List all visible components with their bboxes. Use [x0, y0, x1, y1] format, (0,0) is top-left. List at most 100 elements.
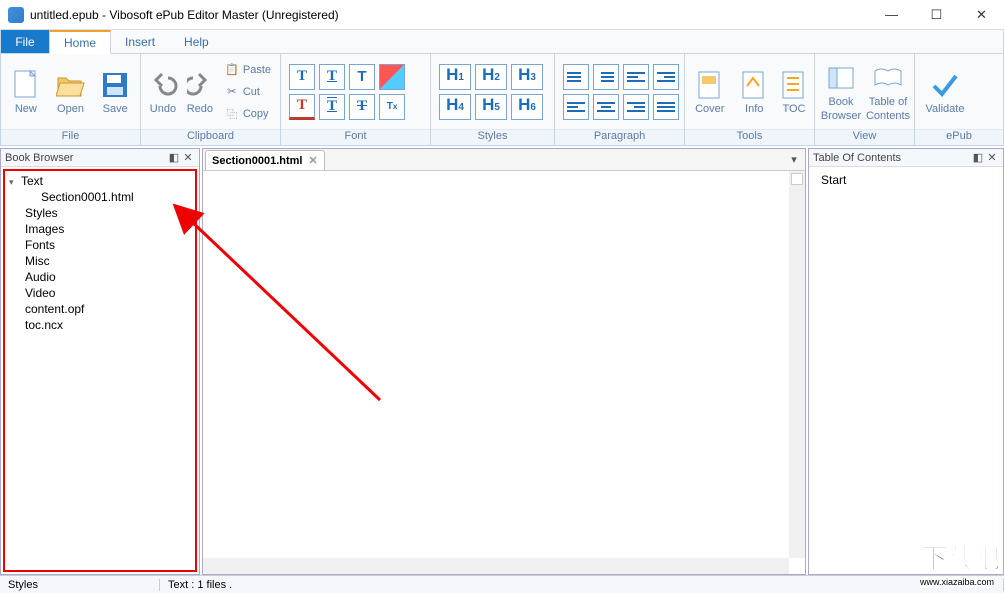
save-disk-icon [99, 69, 131, 101]
h5-button[interactable]: H5 [475, 94, 507, 120]
vertical-scrollbar[interactable] [789, 171, 805, 558]
copy-icon: ⿻ [224, 106, 240, 122]
undo-button[interactable]: Undo [145, 58, 181, 126]
app-logo-icon [8, 7, 24, 23]
window-title: untitled.epub - Vibosoft ePub Editor Mas… [30, 8, 869, 22]
status-left: Styles [0, 579, 160, 591]
font-t6-button[interactable]: T [349, 94, 375, 120]
tree-content-opf[interactable]: content.opf [9, 301, 191, 317]
clipboard-group-label: Clipboard [141, 129, 280, 145]
tree-audio-folder[interactable]: Audio [9, 269, 191, 285]
book-open-icon [872, 62, 904, 94]
cut-button[interactable]: ✂Cut [221, 81, 274, 103]
save-button[interactable]: Save [94, 58, 136, 126]
file-menu[interactable]: File [1, 30, 49, 53]
new-file-icon [10, 69, 42, 101]
maximize-button[interactable]: ☐ [914, 0, 959, 30]
heading-buttons: H1 H2 H3 H4 H5 H6 [435, 60, 547, 124]
toc-float-button[interactable]: ◧ [971, 151, 985, 165]
editor-tab[interactable]: Section0001.html ✕ [205, 150, 325, 170]
align-right-button[interactable] [623, 94, 649, 120]
close-button[interactable]: ✕ [959, 0, 1004, 30]
panel-close-button[interactable]: ✕ [181, 151, 195, 165]
minimize-button[interactable]: — [869, 0, 914, 30]
status-bar: Styles Text : 1 files . [0, 575, 1004, 593]
expand-icon[interactable]: ▾ [9, 177, 21, 188]
book-browser-tree[interactable]: ▾Text Section0001.html Styles Images Fon… [3, 169, 197, 572]
toc-title: Table Of Contents [813, 152, 901, 164]
toc-panel-button[interactable]: Table of Contents [866, 58, 910, 126]
font-t4-button[interactable]: T [289, 94, 315, 120]
titlebar: untitled.epub - Vibosoft ePub Editor Mas… [0, 0, 1004, 30]
book-browser-title: Book Browser [5, 152, 73, 164]
align-center-button[interactable] [593, 94, 619, 120]
checkmark-icon [929, 69, 961, 101]
styles-group-label: Styles [431, 129, 554, 145]
font-buttons: T T T T T T Tx [285, 60, 409, 124]
panel-float-button[interactable]: ◧ [167, 151, 181, 165]
tree-images-folder[interactable]: Images [9, 221, 191, 237]
tools-group-label: Tools [685, 129, 814, 145]
toc-item-start[interactable]: Start [821, 173, 991, 187]
toc-icon [778, 69, 810, 101]
font-t3-button[interactable]: T [349, 64, 375, 90]
tree-section-file[interactable]: Section0001.html [9, 189, 191, 205]
cover-button[interactable]: Cover [689, 58, 730, 126]
font-t1-button[interactable]: T [289, 64, 315, 90]
paste-button[interactable]: 📋Paste [221, 59, 274, 81]
indent-less-button[interactable] [623, 64, 649, 90]
font-t2-button[interactable]: T [319, 64, 345, 90]
toc-close-button[interactable]: ✕ [985, 151, 999, 165]
tree-misc-folder[interactable]: Misc [9, 253, 191, 269]
align-left-button[interactable] [563, 94, 589, 120]
h4-button[interactable]: H4 [439, 94, 471, 120]
font-t7-button[interactable]: Tx [379, 94, 405, 120]
redo-icon [184, 69, 216, 101]
status-right: Text : 1 files . [160, 579, 1004, 591]
paragraph-group-label: Paragraph [555, 129, 684, 145]
file-group-label: File [1, 129, 140, 145]
paste-icon: 📋 [224, 62, 240, 78]
horizontal-scrollbar[interactable] [203, 558, 789, 574]
book-browser-button[interactable]: Book Browser [819, 58, 863, 126]
align-justify-button[interactable] [653, 94, 679, 120]
tab-insert[interactable]: Insert [111, 30, 170, 53]
open-button[interactable]: Open [50, 58, 92, 126]
toc-panel: Table Of Contents ◧ ✕ Start [808, 148, 1004, 575]
tab-menu-button[interactable]: ▾ [787, 153, 801, 167]
h3-button[interactable]: H3 [511, 64, 543, 90]
workspace: Book Browser ◧ ✕ ▾Text Section0001.html … [0, 148, 1004, 575]
validate-button[interactable]: Validate [919, 58, 971, 126]
cover-icon [694, 69, 726, 101]
h6-button[interactable]: H6 [511, 94, 543, 120]
open-folder-icon [55, 69, 87, 101]
tree-styles-folder[interactable]: Styles [25, 206, 58, 220]
info-icon [738, 69, 770, 101]
toc-body: Start [809, 167, 1003, 574]
h2-button[interactable]: H2 [475, 64, 507, 90]
paragraph-buttons [559, 60, 683, 124]
number-list-button[interactable] [593, 64, 619, 90]
h1-button[interactable]: H1 [439, 64, 471, 90]
redo-button[interactable]: Redo [184, 58, 216, 126]
editor-panel: Section0001.html ✕ ▾ [202, 148, 806, 575]
info-button[interactable]: Info [733, 58, 774, 126]
watermark: 下载吧 www.xiazaiba.com [920, 537, 998, 587]
tab-home[interactable]: Home [49, 30, 111, 54]
ribbon: New Open Save File Undo [0, 54, 1004, 146]
tab-help[interactable]: Help [170, 30, 224, 53]
tab-close-icon[interactable]: ✕ [308, 154, 317, 167]
font-t5-button[interactable]: T [319, 94, 345, 120]
tree-toc-ncx[interactable]: toc.ncx [9, 317, 191, 333]
epub-group-label: ePub [915, 129, 1003, 145]
toc-button[interactable]: TOC [778, 58, 810, 126]
tree-fonts-folder[interactable]: Fonts [9, 237, 191, 253]
tree-video-folder[interactable]: Video [9, 285, 191, 301]
bullet-list-button[interactable] [563, 64, 589, 90]
new-button[interactable]: New [5, 58, 47, 126]
tree-text-folder[interactable]: Text [21, 174, 43, 188]
copy-button[interactable]: ⿻Copy [221, 103, 274, 125]
indent-more-button[interactable] [653, 64, 679, 90]
font-color-button[interactable] [379, 64, 405, 90]
editor-area[interactable] [203, 171, 805, 574]
